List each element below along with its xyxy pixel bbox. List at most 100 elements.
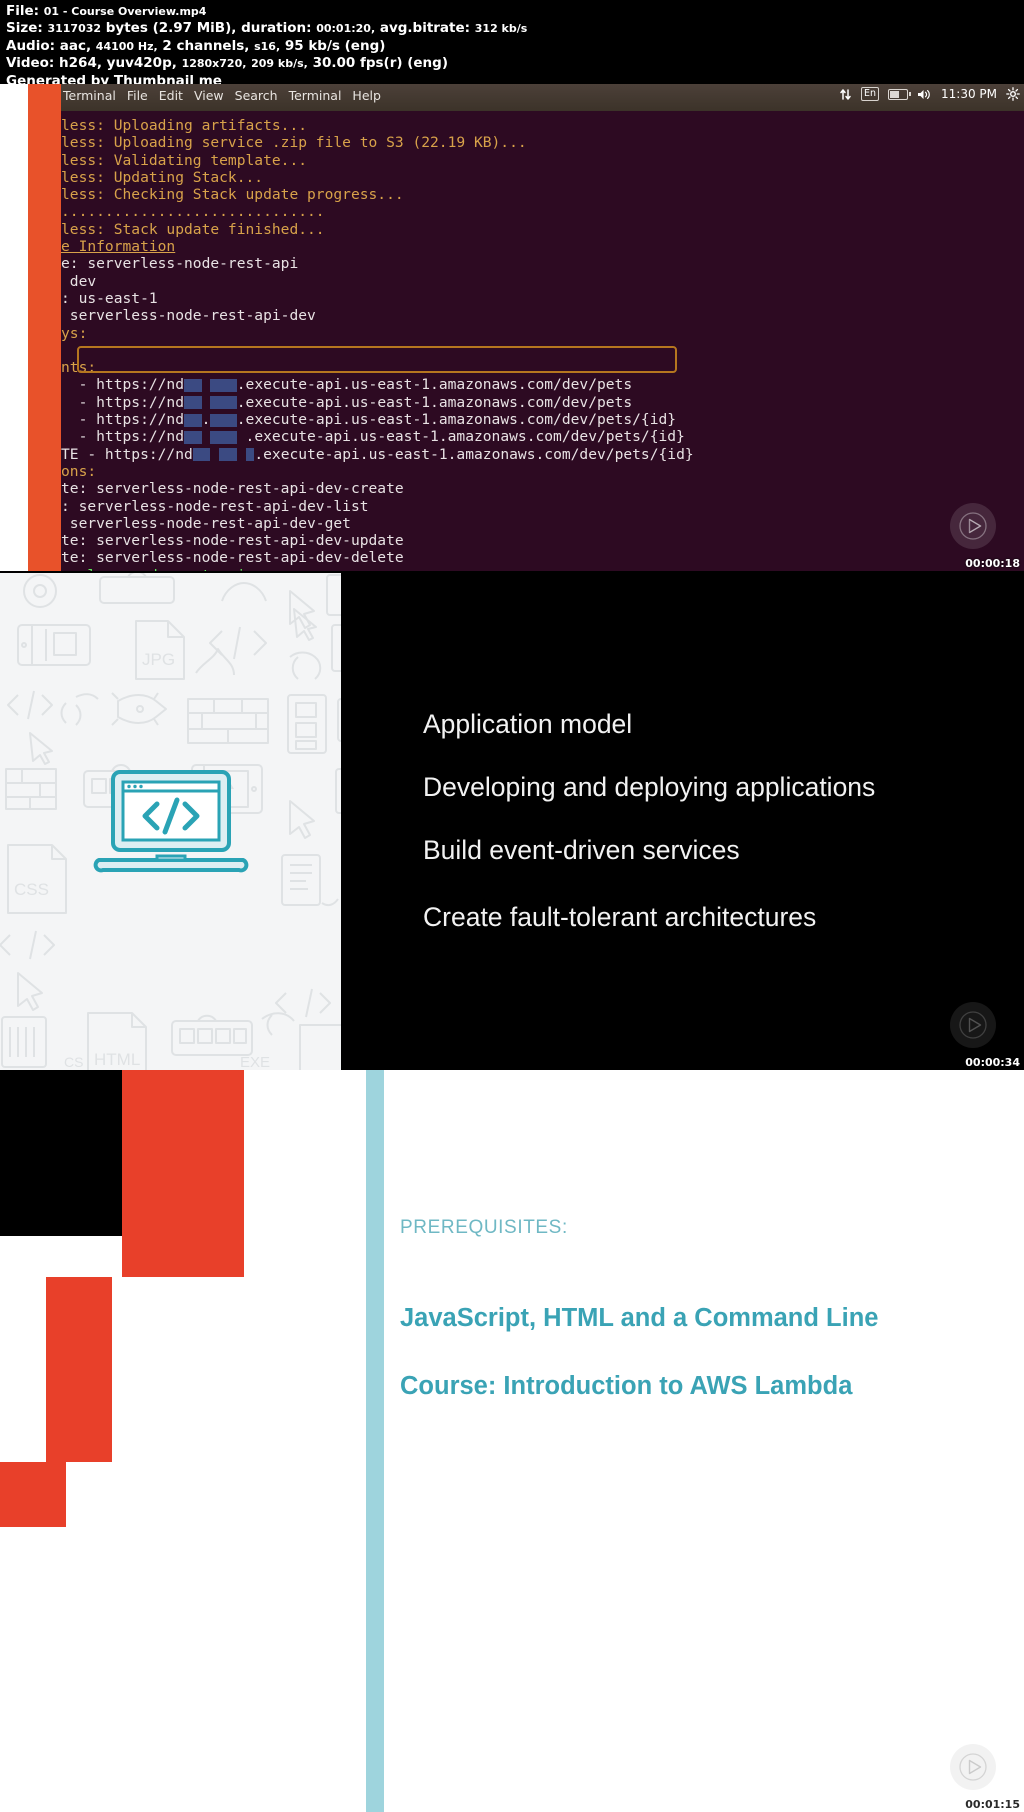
meta-audio-channels: 2 channels, [162, 37, 250, 54]
prerequisite-heading-1: JavaScript, HTML and a Command Line [400, 1304, 879, 1332]
meta-bitrate-label: avg.bitrate: [379, 20, 471, 37]
meta-audio-format: s16, [254, 39, 281, 53]
terminal-line: less: Validating template... [61, 151, 308, 169]
terminal-text: .execute-api.us-east-1.amazonaws.com/dev… [254, 445, 694, 463]
terminal-text: - https://nd [61, 376, 185, 394]
terminal-line: less: Stack update finished... [61, 220, 325, 238]
slide-bullet-list: Application model Developing and deployin… [341, 573, 1024, 1070]
terminal-line: TE - https://nd██ ██ █.execute-api.us-ea… [61, 446, 1024, 463]
terminal-titlebar: Terminal File Edit View Search Terminal Help E… [61, 84, 1024, 111]
slide-decorative-blocks [0, 1070, 384, 1812]
meta-video-bitrate: 209 kb/s, [251, 57, 308, 71]
terminal-text: - https://nd [61, 428, 185, 446]
play-button-watermark [950, 1002, 996, 1048]
svg-text:JPG: JPG [142, 650, 175, 669]
meta-audio-bitrate: 95 kb/s (eng) [284, 37, 386, 54]
meta-file-line: File: 01 - Course Overview.mp4 [6, 3, 1018, 20]
terminal-menu-item-search-4[interactable]: Search [235, 88, 278, 103]
terminal-line: less: Uploading service .zip file to S3 … [61, 134, 527, 152]
meta-video-fps: 30.00 fps(r) (eng) [312, 55, 449, 72]
laptop-code-icon [91, 768, 251, 876]
terminal-line: - https://nd██ ███.execute-api.us-east-1… [61, 376, 1024, 393]
thumbnail-frame-3: PREREQUISITES: JavaScript, HTML and a Co… [0, 1070, 1024, 1812]
play-button-watermark [950, 1744, 996, 1790]
meta-video-label: Video: [6, 55, 55, 72]
terminal-menu-item-terminal-0[interactable]: Terminal [63, 88, 116, 103]
redacted-text: ███ [210, 396, 237, 410]
frame-timecode: 00:00:18 [965, 557, 1020, 570]
slide-accent-bar [366, 1070, 384, 1812]
terminal-line: less: Uploading artifacts... [61, 117, 308, 134]
terminal-output[interactable]: less: Uploading artifacts... less: Upload… [61, 111, 1024, 571]
meta-file-name: 01 - Course Overview.mp4 [43, 5, 207, 18]
meta-audio-rate: 44100 Hz, [95, 39, 158, 53]
terminal-menu-item-view-3[interactable]: View [194, 88, 224, 103]
terminal-line: te: serverless-node-rest-api-dev-delete [61, 549, 404, 567]
terminal-text: .execute-api.us-east-1.amazonaws.com/dev… [236, 376, 633, 394]
terminal-line: less: Updating Stack... [61, 168, 264, 186]
meta-size-unit: bytes [105, 20, 148, 37]
redacted-text: ██ [219, 448, 237, 462]
slide-bullet-3: Build event-driven services [423, 835, 740, 865]
meta-audio-line: Audio: aac, 44100 Hz, 2 channels, s16, 9… [6, 38, 1018, 55]
volume-icon[interactable] [917, 88, 932, 101]
terminal-text: .execute-api.us-east-1.amazonaws.com/dev… [236, 428, 685, 446]
terminal-line: less: Checking Stack update progress... [61, 186, 404, 204]
redacted-text: ██ [184, 430, 202, 444]
terminal-line: serverless-node-rest-api-dev [61, 307, 316, 325]
redacted-text: ███ [210, 378, 237, 392]
terminal-line: nts: [61, 359, 97, 377]
terminal-text: .execute-api.us-east-1.amazonaws.com/dev… [236, 411, 677, 429]
terminal-menu-item-terminal-5[interactable]: Terminal [289, 88, 342, 103]
desktop-background-strip [0, 84, 28, 571]
terminal-line: te: serverless-node-rest-api-dev-create [61, 480, 404, 498]
terminal-line: serverless-node-rest-api-dev-get [61, 514, 351, 532]
battery-icon[interactable] [888, 88, 911, 100]
red-block-3 [0, 1462, 66, 1527]
prerequisite-heading-2: Course: Introduction to AWS Lambda [400, 1372, 853, 1400]
system-clock[interactable]: 11:30 PM [941, 87, 997, 101]
slide-bullet-2: Developing and deploying applications [423, 772, 876, 802]
thumbnail-frame-1: Terminal File Edit View Search Terminal Help E… [0, 84, 1024, 571]
terminal-menu-item-edit-2[interactable]: Edit [159, 88, 183, 103]
terminal-line: : serverless-node-rest-api-dev-list [61, 497, 369, 515]
icon-wall-pattern: JPG CSS HTML EXE CS [0, 573, 341, 1070]
terminal-menu-item-help-6[interactable]: Help [352, 88, 381, 103]
terminal-menu-item-file-1[interactable]: File [127, 88, 148, 103]
meta-size-human: (2.97 MiB), [152, 20, 237, 37]
terminal-menubar[interactable]: Terminal File Edit View Search Terminal Help [63, 88, 392, 103]
thumbnail-frame-2: JPG CSS HTML EXE CS Application model De… [0, 573, 1024, 1070]
redacted-text: ███ [210, 413, 237, 427]
meta-video-line: Video: h264, yuv420p, 1280x720, 209 kb/s… [6, 55, 1018, 72]
svg-text:CS: CS [64, 1054, 83, 1070]
redacted-text: ██ [184, 413, 202, 427]
thumbnail-sheet: File: 01 - Course Overview.mp4 Size: 311… [0, 0, 1024, 1812]
terminal-text: - https://nd [61, 411, 185, 429]
terminal-window: Terminal File Edit View Search Terminal Help E… [61, 84, 1024, 571]
frame-timecode: 00:00:34 [965, 1056, 1020, 1069]
meta-size-bytes: 3117032 [47, 22, 102, 36]
frame-timecode: 00:01:15 [965, 1798, 1020, 1811]
svg-text:EXE: EXE [240, 1054, 270, 1070]
network-updown-icon[interactable] [839, 88, 852, 101]
terminal-line: e: serverless-node-rest-api [61, 255, 299, 273]
meta-video-pixfmt: yuv420p, [106, 55, 177, 72]
terminal-line: : us-east-1 [61, 289, 158, 307]
terminal-line: - https://nd██ ███ .execute-api.us-east-… [61, 428, 1024, 445]
gear-icon[interactable] [1006, 87, 1020, 101]
terminal-line: e Information [61, 238, 176, 256]
terminal-line: .............................. [61, 203, 325, 221]
red-block-2 [46, 1277, 112, 1462]
svg-text:CSS: CSS [14, 880, 49, 899]
black-block [0, 1070, 122, 1236]
redacted-text: ██ [192, 448, 211, 462]
redacted-text: ██ [184, 378, 202, 392]
meta-duration-label: duration: [241, 20, 312, 37]
slide-bullet-4: Create fault-tolerant architectures [423, 902, 817, 932]
meta-audio-codec: aac, [59, 37, 92, 54]
svg-text:HTML: HTML [94, 1050, 140, 1069]
keyboard-layout-indicator[interactable]: En [860, 87, 879, 101]
meta-size-label: Size: [6, 20, 43, 37]
